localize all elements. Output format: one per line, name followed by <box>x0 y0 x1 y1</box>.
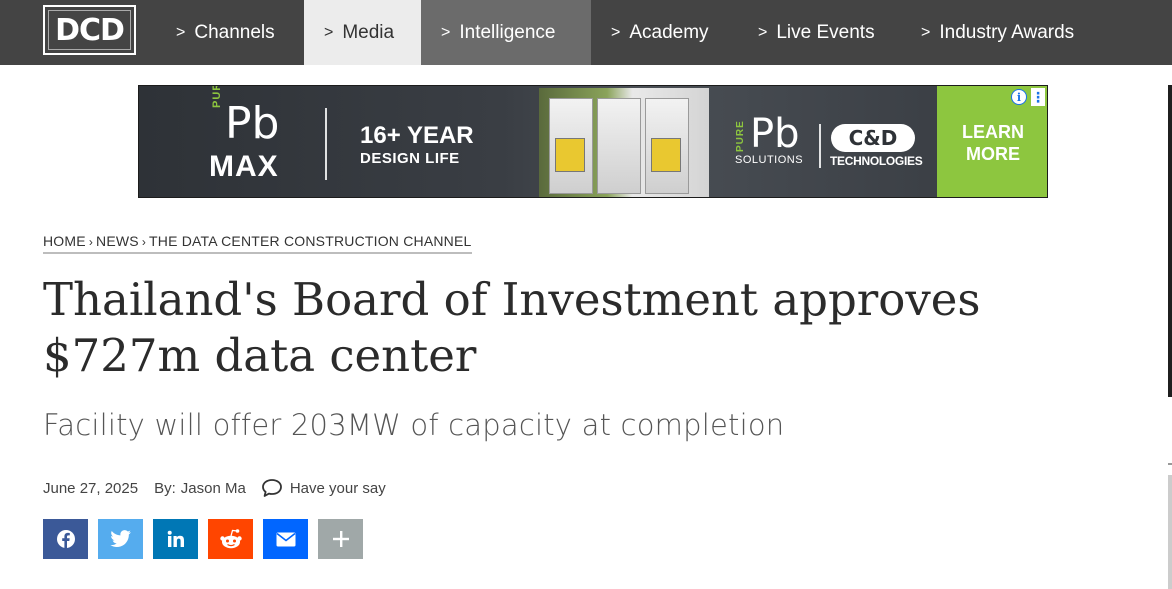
chevron-right-icon: > <box>611 23 621 41</box>
battery-cell <box>597 98 641 194</box>
nav-item-label: Intelligence <box>459 21 556 43</box>
article-meta: June 27, 2025 By: Jason Ma Have your say <box>43 478 386 498</box>
article-date: June 27, 2025 <box>43 479 139 497</box>
chevron-right-icon: > <box>758 23 768 41</box>
ad-info-icon[interactable]: i <box>1011 89 1027 105</box>
plus-icon <box>332 531 349 547</box>
cd-technologies-logo: C&D <box>831 124 915 152</box>
breadcrumb-channel[interactable]: THE DATA CENTER CONSTRUCTION CHANNEL <box>149 233 471 249</box>
reddit-alien-icon <box>219 529 242 549</box>
byline-label: By: <box>154 479 176 497</box>
battery-label <box>555 138 585 172</box>
chevron-right-icon: > <box>176 23 186 41</box>
share-bar <box>43 519 373 559</box>
facebook-icon <box>56 530 75 548</box>
nav-item-channels[interactable]: > Channels <box>156 0 304 65</box>
ad-pure-label: PURE <box>211 85 223 108</box>
nav-item-industry-awards[interactable]: > Industry Awards <box>901 0 1121 65</box>
chevron-right-icon: > <box>921 23 931 41</box>
comment-label: Have your say <box>289 479 386 497</box>
ad-year-text: 16+ YEAR <box>360 122 474 149</box>
linkedin-icon <box>167 530 184 547</box>
ad-technologies-label: TECHNOLOGIES <box>830 154 923 168</box>
nav-item-media[interactable]: > Media <box>304 0 421 65</box>
ad-menu-icon[interactable]: ⋮ <box>1031 88 1045 106</box>
email-envelope-icon <box>276 532 295 546</box>
top-navigation: DCD > Channels > Media > Intelligence > … <box>0 0 1172 65</box>
breadcrumb-news[interactable]: NEWS <box>96 233 139 249</box>
breadcrumb-separator: › <box>141 235 147 249</box>
nav-item-label: Academy <box>629 21 709 43</box>
nav-item-label: Media <box>342 21 395 43</box>
sidebar-edge <box>1168 475 1172 589</box>
sidebar-edge <box>1168 85 1172 397</box>
comment-bubble-icon <box>261 479 282 497</box>
ad-cta-line: LEARN <box>962 121 1024 142</box>
ad-pb-logo: Pb <box>225 98 280 149</box>
breadcrumb-separator: › <box>88 235 94 249</box>
ad-pure-label: PURE <box>735 120 746 152</box>
ad-solutions-label: SOLUTIONS <box>735 154 804 166</box>
ad-cta-line: MORE <box>966 143 1020 164</box>
breadcrumb: HOME › NEWS › THE DATA CENTER CONSTRUCTION C… <box>43 233 472 254</box>
battery-product-image <box>539 88 709 197</box>
share-twitter-button[interactable] <box>98 519 143 559</box>
dcd-logo[interactable]: DCD <box>43 5 136 55</box>
share-linkedin-button[interactable] <box>153 519 198 559</box>
ad-design-life-text: DESIGN LIFE <box>360 150 460 167</box>
nav-item-label: Industry Awards <box>939 21 1075 43</box>
share-reddit-button[interactable] <box>208 519 253 559</box>
nav-item-live-events[interactable]: > Live Events <box>738 0 901 65</box>
ad-divider <box>819 124 821 168</box>
battery-label <box>651 138 681 172</box>
share-email-button[interactable] <box>263 519 308 559</box>
share-facebook-button[interactable] <box>43 519 88 559</box>
sidebar-divider <box>1168 463 1172 465</box>
chevron-right-icon: > <box>324 23 334 41</box>
breadcrumb-home[interactable]: HOME <box>43 233 86 249</box>
twitter-bird-icon <box>109 530 131 548</box>
nav-item-intelligence[interactable]: > Intelligence <box>421 0 591 65</box>
article-subtitle: Facility will offer 203MW of capacity at… <box>43 408 785 442</box>
comment-link[interactable]: Have your say <box>261 478 386 498</box>
nav-item-label: Channels <box>194 21 275 43</box>
article-title: Thailand's Board of Investment approves … <box>43 273 981 382</box>
ad-pb-solutions-logo: Pb <box>750 111 800 157</box>
author-link[interactable]: Jason Ma <box>181 480 246 497</box>
chevron-right-icon: > <box>441 23 451 41</box>
share-more-button[interactable] <box>318 519 363 559</box>
nav-item-label: Live Events <box>776 21 875 43</box>
ad-divider <box>325 108 327 180</box>
ad-max-label: MAX <box>209 150 279 183</box>
nav-item-academy[interactable]: > Academy <box>591 0 738 65</box>
advertisement-banner[interactable]: PURE Pb MAX 16+ YEAR DESIGN LIFE PURE Pb… <box>138 85 1048 198</box>
